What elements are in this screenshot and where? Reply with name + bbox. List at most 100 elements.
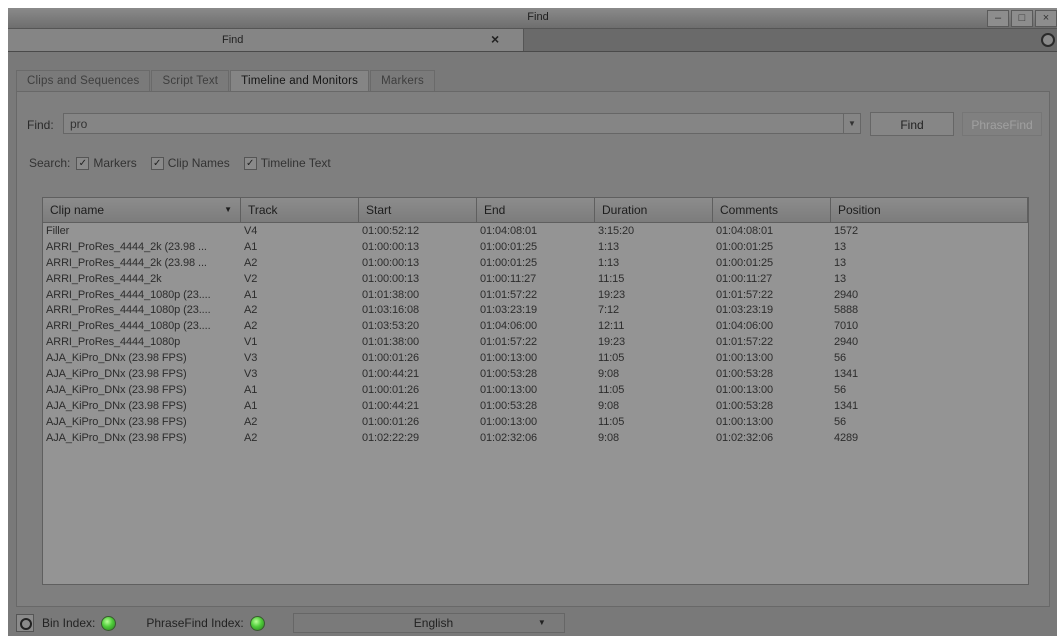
table-row[interactable]: AJA_KiPro_DNx (23.98 FPS) V3 01:00:01:26 01…: [43, 350, 1028, 366]
column-header-track[interactable]: Track: [241, 198, 359, 222]
column-header-position[interactable]: Position: [831, 198, 1028, 222]
table-cell-end: 01:00:11:27: [480, 272, 537, 285]
table-cell-comments: 01:00:13:00: [716, 383, 774, 396]
table-cell-clip-name: Filler: [46, 225, 70, 237]
status-bar: Bin Index: PhraseFind Index: English ▼: [16, 611, 1048, 635]
table-row[interactable]: AJA_KiPro_DNx (23.98 FPS) V3 01:00:44:21 01…: [43, 366, 1028, 382]
close-button[interactable]: ×: [1035, 10, 1057, 27]
close-icon[interactable]: ×: [491, 31, 499, 47]
table-cell-start: 01:00:01:26: [362, 383, 420, 396]
language-value: English: [413, 616, 454, 630]
table-cell-position: 1572: [834, 225, 859, 237]
table-header: Clip name ▼ Track Start End Duration Com…: [43, 198, 1028, 223]
phrasefind-button[interactable]: PhraseFind: [962, 112, 1042, 136]
table-row[interactable]: AJA_KiPro_DNx (23.98 FPS) A1 01:00:44:21 01…: [43, 398, 1028, 414]
table-cell-end: 01:00:13:00: [480, 383, 538, 396]
table-cell-position: 56: [834, 383, 847, 396]
table-row[interactable]: ARRI_ProRes_4444_1080p (23.... A2 01:03:53…: [43, 318, 1028, 334]
table-cell-duration: 7:12: [598, 304, 620, 317]
find-button[interactable]: Find: [870, 112, 954, 136]
table-cell-duration: 3:15:20: [598, 225, 635, 237]
bin-index-label: Bin Index:: [42, 616, 96, 630]
table-row[interactable]: ARRI_ProRes_4444_2k (23.98 ... A2 01:00:00…: [43, 255, 1028, 271]
table-cell-duration: 11:05: [598, 383, 625, 396]
table-cell-duration: 12:11: [598, 320, 625, 333]
table-cell-comments: 01:00:13:00: [716, 352, 774, 365]
table-cell-position: 7010: [834, 320, 859, 333]
maximize-button[interactable]: □: [1011, 10, 1033, 27]
markers-checkbox[interactable]: ✓: [76, 156, 90, 170]
tab-markers[interactable]: Markers: [370, 70, 436, 91]
table-cell-clip-name: ARRI_ProRes_4444_1080p (23....: [46, 288, 211, 301]
chevron-down-icon: ▼: [537, 618, 546, 627]
table-cell-duration: 1:13: [598, 256, 620, 269]
table-cell-end: 01:00:13:00: [480, 415, 538, 428]
table-cell-start: 01:00:01:26: [362, 352, 420, 365]
table-cell-comments: 01:02:32:06: [716, 431, 774, 444]
table-cell-clip-name: ARRI_ProRes_4444_1080p (23....: [46, 304, 211, 317]
table-cell-duration: 11:05: [598, 352, 625, 365]
find-input[interactable]: pro: [63, 113, 853, 134]
window-controls: – □ ×: [987, 10, 1057, 27]
table-cell-track: A1: [244, 240, 258, 253]
column-header-duration[interactable]: Duration: [595, 198, 713, 222]
table-cell-comments: 01:00:01:25: [716, 240, 774, 253]
table-cell-comments: 01:00:01:25: [716, 256, 774, 269]
table-row[interactable]: Filler V4 01:00:52:12 01:04:08:01 3:15:20 01:…: [43, 223, 1028, 239]
table-cell-clip-name: ARRI_ProRes_4444_2k (23.98 ...: [46, 256, 207, 269]
tab-script-text[interactable]: Script Text: [151, 70, 230, 91]
find-doc-tab[interactable]: Find ×: [8, 29, 524, 51]
table-cell-start: 01:00:00:13: [362, 256, 420, 269]
tab-timeline-and-monitors[interactable]: Timeline and Monitors: [230, 70, 370, 91]
phrasefind-index-status-icon: [249, 615, 265, 631]
timeline-text-checkbox[interactable]: ✓: [243, 156, 257, 170]
table-row[interactable]: AJA_KiPro_DNx (23.98 FPS) A2 01:02:22:29 01…: [43, 430, 1028, 446]
column-header-clip-name[interactable]: Clip name ▼: [43, 198, 241, 222]
gear-icon[interactable]: [16, 614, 34, 632]
column-header-end[interactable]: End: [477, 198, 595, 222]
table-cell-duration: 19:23: [598, 288, 626, 301]
gear-icon[interactable]: [1041, 33, 1055, 47]
table-cell-track: A1: [244, 288, 258, 301]
table-cell-start: 01:00:44:21: [362, 399, 420, 412]
table-cell-comments: 01:04:06:00: [716, 320, 774, 333]
table-cell-track: V3: [244, 368, 258, 381]
table-cell-comments: 01:03:23:19: [716, 304, 774, 317]
table-cell-duration: 19:23: [598, 336, 626, 349]
table-cell-position: 2940: [834, 288, 859, 301]
table-cell-start: 01:00:44:21: [362, 368, 420, 381]
minimize-button[interactable]: –: [987, 10, 1009, 27]
table-cell-comments: 01:00:53:28: [716, 399, 774, 412]
table-row[interactable]: ARRI_ProRes_4444_1080p V1 01:01:38:00 01:01…: [43, 334, 1028, 350]
column-header-comments[interactable]: Comments: [713, 198, 831, 222]
find-tabs: Clips and Sequences Script Text Timeline…: [16, 70, 436, 92]
table-cell-end: 01:00:13:00: [480, 352, 538, 365]
table-row[interactable]: ARRI_ProRes_4444_2k (23.98 ... A1 01:00:00…: [43, 239, 1028, 255]
table-cell-clip-name: AJA_KiPro_DNx (23.98 FPS): [46, 383, 187, 396]
table-row[interactable]: ARRI_ProRes_4444_1080p (23.... A2 01:03:16…: [43, 302, 1028, 318]
table-cell-track: V4: [244, 225, 258, 237]
column-header-label: Clip name: [50, 203, 105, 217]
table-cell-duration: 11:15: [598, 272, 625, 285]
language-select[interactable]: English ▼: [292, 613, 565, 633]
table-row[interactable]: ARRI_ProRes_4444_1080p (23.... A1 01:01:38…: [43, 287, 1028, 303]
table-row[interactable]: ARRI_ProRes_4444_2k V2 01:00:00:13 01:00:11…: [43, 271, 1028, 287]
tab-clips-and-sequences[interactable]: Clips and Sequences: [16, 70, 151, 91]
column-header-start[interactable]: Start: [359, 198, 477, 222]
table-cell-position: 56: [834, 415, 847, 428]
table-cell-track: A2: [244, 320, 258, 333]
chevron-down-icon[interactable]: ▼: [843, 113, 861, 134]
table-cell-end: 01:00:53:28: [480, 368, 538, 381]
table-cell-clip-name: ARRI_ProRes_4444_1080p: [46, 336, 181, 349]
table-cell-duration: 1:13: [598, 240, 620, 253]
find-window: Find – □ × Find × Clips and Sequences Sc…: [8, 8, 1057, 636]
table-cell-end: 01:00:53:28: [480, 399, 538, 412]
table-cell-track: A2: [244, 304, 258, 317]
table-cell-clip-name: ARRI_ProRes_4444_1080p (23....: [46, 320, 211, 333]
table-row[interactable]: AJA_KiPro_DNx (23.98 FPS) A2 01:00:01:26 01…: [43, 414, 1028, 430]
table-cell-end: 01:04:06:00: [480, 320, 538, 333]
table-body: Filler V4 01:00:52:12 01:04:08:01 3:15:20 01:…: [43, 223, 1028, 445]
table-row[interactable]: AJA_KiPro_DNx (23.98 FPS) A1 01:00:01:26 01…: [43, 382, 1028, 398]
table-cell-track: V1: [244, 336, 258, 349]
clip-names-checkbox[interactable]: ✓: [150, 156, 164, 170]
